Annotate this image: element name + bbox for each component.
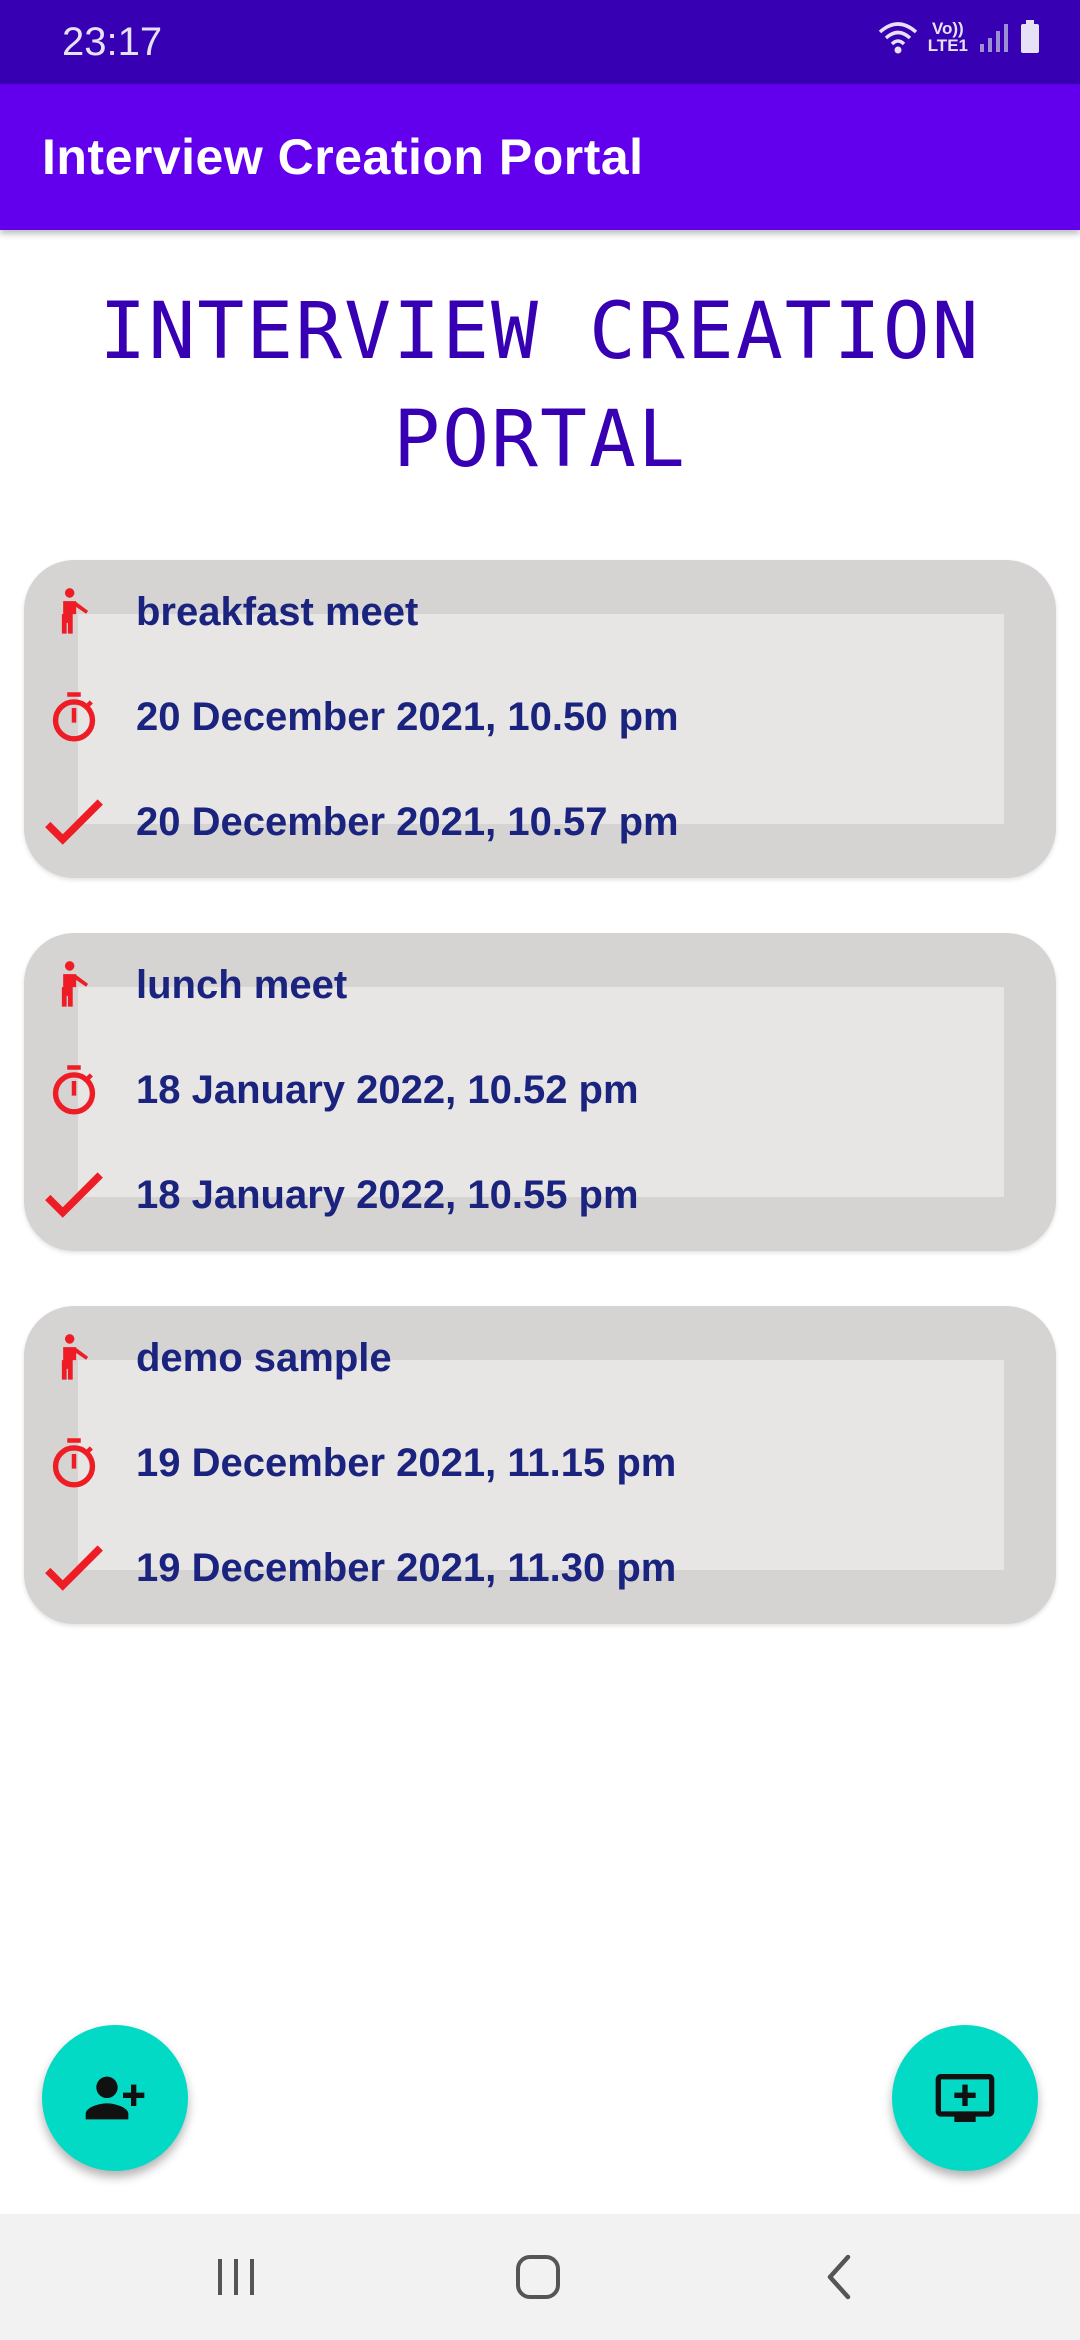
status-bar: 23:17 Vo)) LTE1 <box>0 0 1080 84</box>
interview-title: breakfast meet <box>136 589 419 634</box>
network-type-label: Vo)) LTE1 <box>927 19 968 55</box>
status-icons: Vo)) LTE1 <box>878 20 1040 54</box>
page-heading-line-1: INTERVIEW CREATION <box>99 287 981 377</box>
interview-start-time-row: 19 December 2021, 11.15 pm <box>44 1431 1024 1495</box>
add-person-icon <box>85 2076 145 2120</box>
interview-start-time: 19 December 2021, 11.15 pm <box>136 1440 677 1485</box>
interview-start-time-row: 20 December 2021, 10.50 pm <box>44 685 1024 749</box>
navigation-bar <box>0 2214 1080 2340</box>
interview-end-time: 20 December 2021, 10.57 pm <box>136 799 679 844</box>
page-heading-line-2: PORTAL <box>393 395 687 485</box>
interview-start-time-row: 18 January 2022, 10.52 pm <box>44 1058 1024 1122</box>
back-icon <box>827 2254 851 2300</box>
row-icon <box>44 1433 104 1493</box>
signal-icon <box>980 24 1008 52</box>
app-bar: Interview Creation Portal <box>0 84 1080 230</box>
interview-title: lunch meet <box>136 962 348 1007</box>
row-icon <box>44 1328 104 1388</box>
interview-card[interactable]: breakfast meet 20 December 2021, 10.50 pm… <box>24 560 1056 878</box>
row-icon <box>44 1538 104 1598</box>
interview-title-row: demo sample <box>44 1326 1024 1390</box>
row-icon <box>44 582 104 642</box>
interview-title-row: breakfast meet <box>44 580 1024 644</box>
interview-end-time: 19 December 2021, 11.30 pm <box>136 1545 677 1590</box>
recent-apps-icon <box>218 2259 254 2295</box>
status-time: 23:17 <box>62 20 163 64</box>
interview-title-row: lunch meet <box>44 953 1024 1017</box>
check-icon <box>45 799 103 845</box>
row-icon <box>44 792 104 852</box>
add-person-button[interactable] <box>42 2025 188 2171</box>
interview-title: demo sample <box>136 1335 392 1380</box>
row-icon <box>44 1165 104 1225</box>
row-icon <box>44 955 104 1015</box>
person-icon <box>61 961 89 1007</box>
check-icon <box>45 1172 103 1218</box>
back-button[interactable] <box>810 2247 870 2307</box>
add-interview-button[interactable] <box>892 2025 1038 2171</box>
interview-card[interactable]: lunch meet 18 January 2022, 10.52 pm 18 Ja… <box>24 933 1056 1251</box>
interview-end-time-row: 18 January 2022, 10.55 pm <box>44 1163 1024 1227</box>
add-to-queue-icon <box>935 2074 995 2122</box>
interview-start-time: 18 January 2022, 10.52 pm <box>136 1067 639 1112</box>
interview-end-time-row: 20 December 2021, 10.57 pm <box>44 790 1024 854</box>
recent-apps-button[interactable] <box>206 2247 266 2307</box>
battery-icon <box>1021 20 1039 53</box>
timer-icon <box>52 1438 96 1488</box>
person-icon <box>61 1334 89 1380</box>
home-icon <box>516 2255 560 2299</box>
interview-start-time: 20 December 2021, 10.50 pm <box>136 694 679 739</box>
app-title: Interview Creation Portal <box>42 129 644 185</box>
timer-icon <box>52 692 96 742</box>
interview-end-time-row: 19 December 2021, 11.30 pm <box>44 1536 1024 1600</box>
row-icon <box>44 687 104 747</box>
page-heading: INTERVIEW CREATION PORTAL <box>80 278 1000 494</box>
timer-icon <box>52 1065 96 1115</box>
check-icon <box>45 1545 103 1591</box>
row-icon <box>44 1060 104 1120</box>
home-button[interactable] <box>508 2247 568 2307</box>
interview-card[interactable]: demo sample 19 December 2021, 11.15 pm 19 … <box>24 1306 1056 1624</box>
person-icon <box>61 588 89 634</box>
interview-end-time: 18 January 2022, 10.55 pm <box>136 1172 639 1217</box>
wifi-icon <box>878 22 917 54</box>
